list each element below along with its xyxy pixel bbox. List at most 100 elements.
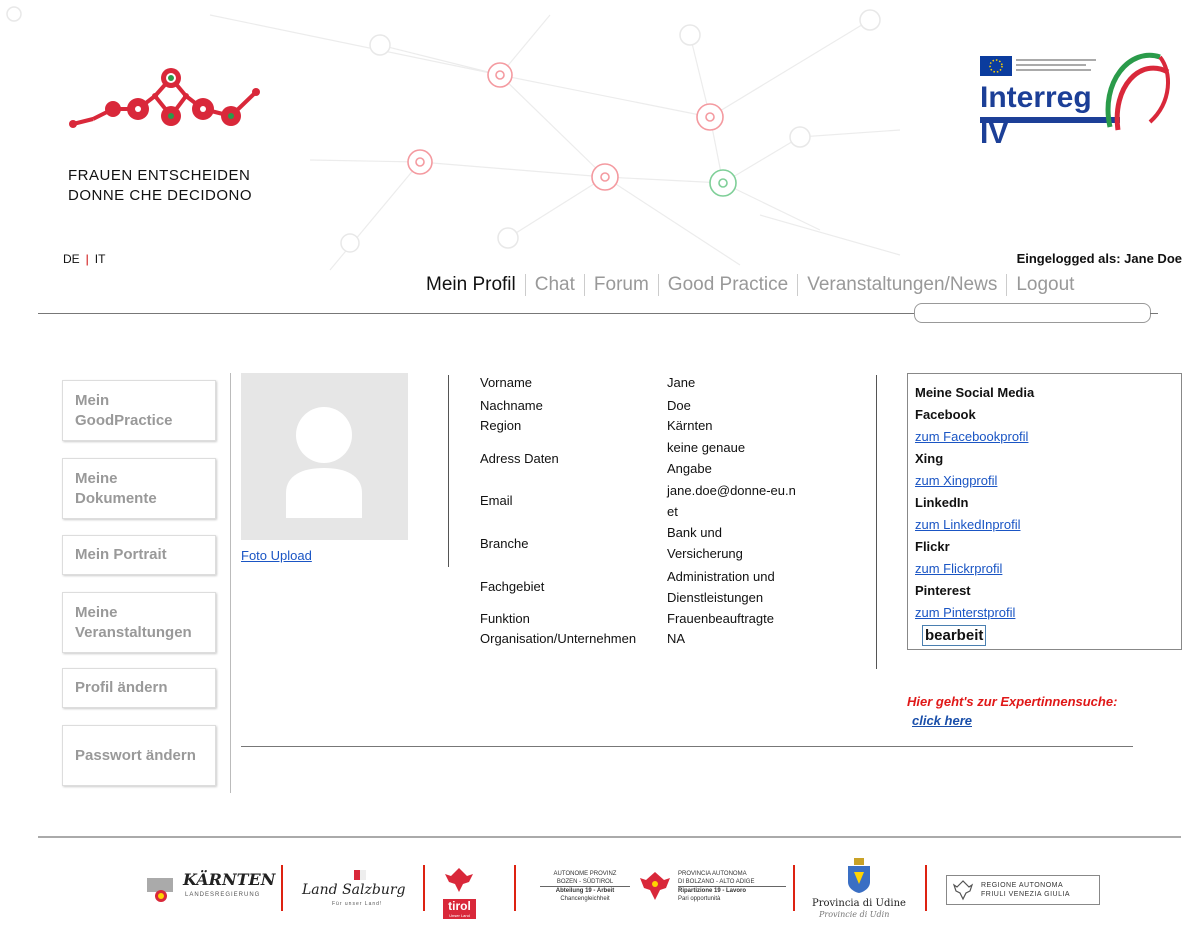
label-region: Region (480, 418, 522, 433)
photo-divider (448, 375, 449, 567)
avatar (241, 373, 408, 540)
bz-de-line-4: Chancengleichheit (560, 896, 610, 902)
nav-good-practice[interactable]: Good Practice (657, 274, 797, 296)
sidebar-mein-portrait[interactable]: Mein Portrait (62, 535, 216, 575)
profile-divider (876, 375, 877, 669)
nav-veranstaltungen[interactable]: Veranstaltungen/News (797, 274, 1006, 296)
expert-search-link[interactable]: click here (912, 713, 972, 728)
nav-chat[interactable]: Chat (524, 274, 584, 296)
footer-sep-3 (514, 865, 516, 911)
value-organisation: NA (667, 631, 686, 646)
pinterest-profile-link[interactable]: zum Pinterstprofil (915, 602, 1174, 624)
eu-flag-icon (980, 56, 1012, 76)
social-xing-label: Xing (915, 451, 944, 466)
kaernten-logo[interactable]: KÄRNTEN LANDESREGIERUNG (145, 868, 275, 908)
label-fachgebiet: Fachgebiet (480, 579, 545, 594)
salzburg-wordmark: Land Salzburg (302, 882, 406, 898)
foto-upload-link[interactable]: Foto Upload (241, 548, 312, 563)
value-fachgebiet: Administration und Dienstleistungen (667, 569, 775, 605)
nav-logout[interactable]: Logout (1006, 274, 1083, 296)
logo-network-icon (69, 68, 260, 128)
udine-subtitle: Provincie di Udin (819, 910, 890, 919)
social-linkedin-label: LinkedIn (915, 495, 969, 510)
nav-forum[interactable]: Forum (583, 274, 658, 296)
salzburg-logo[interactable]: Land Salzburg Für unser Land! (302, 868, 414, 908)
facebook-profile-link[interactable]: zum Facebookprofil (915, 426, 1174, 448)
main-nav: Mein Profil Chat Forum Good Practice Ver… (426, 274, 1083, 296)
udine-wordmark: Provincia di Udine (812, 898, 906, 909)
tirol-subtitle: Unser Land (443, 913, 476, 919)
bz-it-line-4: Pari opportunità (678, 896, 721, 902)
lang-it-link[interactable]: IT (95, 252, 106, 266)
brand-logo[interactable]: FRAUEN ENTSCHEIDEN DONNE CHE DECIDONO (63, 64, 278, 206)
social-flickr-label: Flickr (915, 539, 950, 554)
sidebar-meine-veranstaltungen[interactable]: Meine Veranstaltungen (62, 592, 216, 653)
content-divider (241, 746, 1133, 747)
tirol-logo[interactable]: tirol Unser Land (443, 866, 476, 919)
language-switcher: DE | IT (63, 252, 105, 266)
value-funktion: Frauenbeauftragte (667, 611, 774, 626)
fvg-line-1: REGIONE AUTONOMA (981, 882, 1064, 889)
value-branche: Bank und Versicherung (667, 525, 743, 561)
label-branche: Branche (480, 536, 529, 551)
fvg-logo[interactable]: REGIONE AUTONOMA FRIULI VENEZIA GIULIA (946, 875, 1100, 905)
bz-it-line-2: DI BOLZANO - ALTO ADIGE (678, 879, 755, 885)
bolzano-eagle-icon (640, 872, 670, 900)
label-nachname: Nachname (480, 398, 543, 413)
expert-search-text: Hier geht's zur Expertinnensuche: (907, 694, 1118, 709)
udine-crest-icon (848, 858, 870, 893)
header-divider-end (1150, 313, 1158, 314)
sidebar-passwort-aendern[interactable]: Passwort ändern (62, 725, 216, 786)
social-pinterest-label: Pinterest (915, 583, 971, 598)
interreg-arc-icon (1105, 52, 1171, 131)
footer-sep-1 (281, 865, 283, 911)
footer-sep-5 (925, 865, 927, 911)
salzburg-crest-icon (354, 870, 366, 880)
footer-sep-2 (423, 865, 425, 911)
tirol-wordmark: tirol (443, 899, 476, 913)
flickr-profile-link[interactable]: zum Flickrprofil (915, 558, 1174, 580)
social-facebook-label: Facebook (915, 407, 976, 422)
salzburg-subtitle: Für unser Land! (332, 901, 383, 907)
fvg-eagle-icon (952, 880, 974, 901)
label-vorname: Vorname (480, 375, 533, 390)
kaernten-subtitle: LANDESREGIERUNG (185, 892, 261, 898)
logo-line-1: FRAUEN ENTSCHEIDEN (68, 167, 251, 184)
value-vorname: Jane (667, 375, 696, 390)
nav-mein-profil[interactable]: Mein Profil (426, 274, 525, 296)
bolzano-logo[interactable]: AUTONOME PROVINZ BOZEN - SÜDTIROL Abteil… (540, 868, 786, 908)
sidebar-mein-goodpractice[interactable]: Mein GoodPractice (62, 380, 216, 441)
label-funktion: Funktion (480, 611, 530, 626)
sidebar-divider (230, 373, 231, 793)
bz-de-line-1: AUTONOME PROVINZ (553, 871, 617, 877)
udine-logo[interactable]: Provincia di Udine Provincie di Udin (812, 858, 907, 928)
lang-de-link[interactable]: DE (63, 252, 80, 266)
interreg-wordmark: Interreg IV (980, 81, 1092, 150)
value-region: Kärnten (667, 418, 713, 433)
sidebar-meine-dokumente[interactable]: Meine Dokumente (62, 458, 216, 519)
social-media-box: Meine Social Media Facebook zum Facebook… (907, 373, 1182, 650)
user-placeholder-icon (286, 407, 362, 518)
label-organisation: Organisation/Unternehmen (480, 631, 637, 646)
bz-de-line-2: BOZEN - SÜDTIROL (556, 879, 614, 885)
bz-it-line-3: Ripartizione 19 - Lavoro (678, 886, 786, 895)
bz-de-line-3: Abteilung 19 - Arbeit (540, 886, 630, 895)
label-adress-daten: Adress Daten (480, 451, 559, 466)
interreg-logo: Interreg IV (980, 42, 1175, 150)
linkedin-profile-link[interactable]: zum LinkedInprofil (915, 514, 1174, 536)
tirol-eagle-icon (445, 868, 473, 892)
social-title: Meine Social Media (915, 385, 1035, 400)
edit-social-button[interactable]: bearbeit (922, 625, 987, 646)
value-adress-daten: keine genaue Angabe (667, 440, 746, 476)
fvg-line-2: FRIULI VENEZIA GIULIA (981, 891, 1071, 898)
logo-line-2: DONNE CHE DECIDONO (68, 187, 253, 204)
value-nachname: Doe (667, 398, 691, 413)
value-email: jane.doe@donne-eu.net (667, 483, 796, 519)
xing-profile-link[interactable]: zum Xingprofil (915, 470, 1174, 492)
footer-divider (38, 836, 1181, 838)
kaernten-wordmark: KÄRNTEN (183, 870, 276, 889)
label-email: Email (480, 493, 513, 508)
search-input[interactable] (914, 303, 1151, 323)
kaernten-crest-icon (147, 878, 173, 902)
sidebar-profil-aendern[interactable]: Profil ändern (62, 668, 216, 708)
